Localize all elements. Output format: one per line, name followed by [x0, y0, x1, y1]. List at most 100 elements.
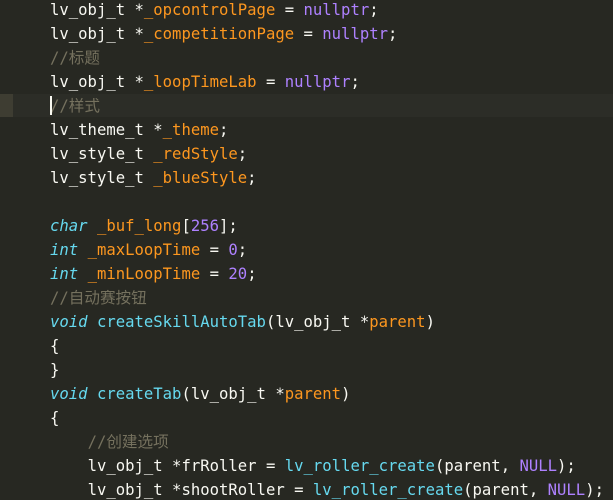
gutter-current-line-marker [0, 94, 13, 117]
operator: = [294, 25, 323, 43]
punctuation: ); [557, 457, 576, 475]
code-line[interactable]: { [50, 406, 613, 430]
type-name: lv_obj_t [50, 25, 126, 43]
type-name: lv_obj_t [87, 457, 163, 475]
comment: //标题 [50, 49, 100, 67]
code-line[interactable]: lv_obj_t *_opcontrolPage = nullptr; [50, 0, 613, 22]
identifier: frRoller [181, 457, 257, 475]
function-name: createTab [96, 385, 182, 403]
type-name: lv_obj_t [50, 73, 126, 91]
code-line[interactable]: int _maxLoopTime = 0; [50, 238, 613, 262]
variable-name: _maxLoopTime [87, 241, 201, 259]
code-line[interactable]: char _buf_long[256]; [50, 214, 613, 238]
identifier [88, 385, 97, 403]
operator: = [200, 241, 229, 259]
punctuation: ; [247, 169, 257, 187]
type-name: lv_style_t [50, 145, 144, 163]
parameter-name: parent [284, 385, 342, 403]
variable-name: _competitionPage [143, 25, 295, 43]
punctuation: ( [463, 481, 473, 499]
code-line[interactable]: void createTab(lv_obj_t *parent) [50, 382, 613, 406]
type-name: lv_obj_t [87, 481, 163, 499]
punctuation: ( [265, 313, 276, 331]
punctuation: ; [237, 241, 248, 259]
identifier [78, 241, 87, 259]
identifier: parent [472, 481, 529, 499]
punctuation: ; [219, 121, 229, 139]
function-name: lv_roller_create [312, 481, 464, 499]
keyword: nullptr [303, 1, 370, 19]
variable-name: _loopTimeLab [143, 73, 257, 91]
identifier [576, 457, 613, 475]
punctuation: ) [341, 385, 351, 403]
code-lines[interactable]: lv_obj_t *_opcontrolPage = nullptr; lv_ob… [50, 0, 613, 500]
code-line[interactable]: lv_style_t _blueStyle; [50, 166, 613, 190]
code-line[interactable]: //自动赛按钮 [50, 286, 613, 310]
keyword: nullptr [284, 73, 351, 91]
code-line[interactable]: void createSkillAutoTab(lv_obj_t *parent… [50, 310, 613, 334]
punctuation: ) [425, 313, 435, 331]
operator: = [284, 481, 313, 499]
code-line[interactable]: lv_obj_t *shootRoller = lv_roller_create… [50, 478, 613, 500]
type-name: lv_style_t [50, 169, 144, 187]
identifier [144, 169, 153, 187]
code-line[interactable]: { [50, 334, 613, 358]
identifier [604, 481, 613, 499]
identifier [78, 265, 87, 283]
operator: = [256, 73, 285, 91]
function-name: lv_roller_create [284, 457, 435, 475]
code-line[interactable]: lv_obj_t *_competitionPage = nullptr; [50, 22, 613, 46]
code-line[interactable]: int _minLoopTime = 20; [50, 262, 613, 286]
code-line[interactable]: lv_obj_t *frRoller = lv_roller_create(pa… [50, 454, 613, 478]
function-name: createSkillAutoTab [96, 313, 266, 331]
code-line[interactable]: lv_style_t _redStyle; [50, 142, 613, 166]
punctuation: ]; [219, 217, 238, 235]
punctuation: ; [350, 73, 360, 91]
variable-name: _opcontrolPage [143, 1, 276, 19]
comment: //样式 [50, 97, 100, 115]
operator: = [200, 265, 229, 283]
number-literal: 20 [228, 265, 248, 283]
punctuation: ; [237, 145, 248, 163]
operator: * [162, 457, 182, 475]
comment: //自动赛按钮 [50, 289, 147, 307]
punctuation: , [500, 457, 520, 475]
operator: = [275, 1, 304, 19]
operator: * [350, 313, 370, 331]
punctuation: ); [585, 481, 604, 499]
code-line[interactable]: //样式 [50, 94, 613, 118]
type-keyword: void [50, 313, 88, 331]
punctuation: { [50, 337, 60, 355]
variable-name: _minLoopTime [87, 265, 201, 283]
code-line[interactable]: } [50, 358, 613, 382]
punctuation: ; [369, 1, 379, 19]
type-name: lv_obj_t [50, 1, 126, 19]
code-line[interactable]: lv_theme_t *_theme; [50, 118, 613, 142]
punctuation: [ [181, 217, 191, 235]
code-editor[interactable]: lv_obj_t *_opcontrolPage = nullptr; lv_ob… [0, 0, 613, 500]
type-name: lv_theme_t [50, 121, 144, 139]
operator: * [265, 385, 285, 403]
operator: = [256, 457, 285, 475]
code-line[interactable]: //创建选项 [50, 430, 613, 454]
punctuation: ; [247, 265, 257, 283]
parameter-name: parent [369, 313, 426, 331]
variable-name: _buf_long [96, 217, 182, 235]
number-literal: 0 [228, 241, 238, 259]
operator: * [125, 1, 144, 19]
keyword: NULL [519, 457, 558, 475]
type-name: lv_obj_t [190, 385, 266, 403]
keyword: NULL [547, 481, 586, 499]
identifier: parent [444, 457, 501, 475]
punctuation: ( [181, 385, 191, 403]
identifier [144, 145, 153, 163]
identifier [88, 217, 97, 235]
code-line[interactable]: //标题 [50, 46, 613, 70]
variable-name: _theme [162, 121, 220, 139]
code-line[interactable]: lv_obj_t *_loopTimeLab = nullptr; [50, 70, 613, 94]
punctuation: , [528, 481, 548, 499]
code-line[interactable] [50, 190, 613, 214]
type-name: lv_obj_t [275, 313, 351, 331]
